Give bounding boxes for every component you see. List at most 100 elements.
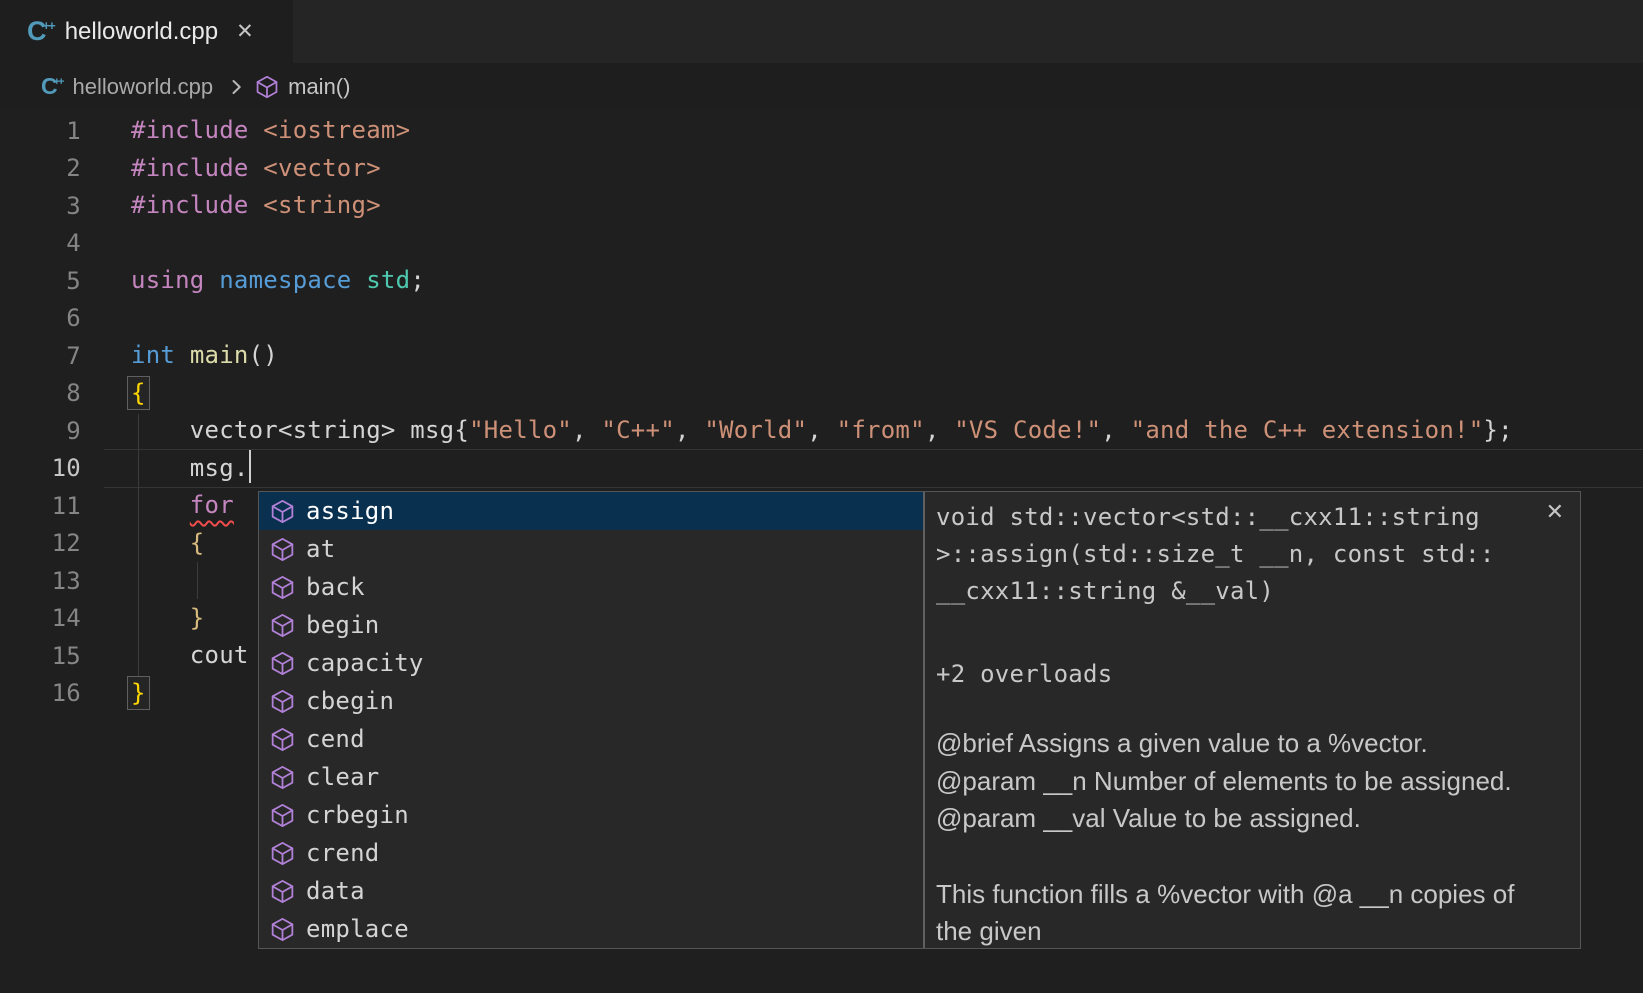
code-line-content[interactable]: } [131, 675, 150, 713]
code-line-content[interactable]: for [131, 487, 234, 525]
code-token: vector<string> msg{ [131, 416, 469, 444]
doc-line: @brief Assigns a given value to a %vecto… [936, 725, 1540, 763]
code-token: "Hello" [469, 416, 572, 444]
line-number[interactable]: 12 [0, 529, 81, 557]
suggest-item[interactable]: back [259, 568, 923, 606]
code-token: , [807, 416, 836, 444]
code-token [249, 154, 264, 182]
suggest-item-label: emplace [306, 915, 409, 943]
symbol-method-icon [270, 651, 295, 676]
code-line-content[interactable]: #include <iostream> [131, 112, 410, 150]
doc-line: @param __n Number of elements to be assi… [936, 763, 1540, 801]
line-number[interactable]: 1 [0, 117, 81, 145]
suggest-item[interactable]: clear [259, 758, 923, 796]
code-line-content[interactable]: { [131, 525, 205, 563]
close-icon[interactable]: ✕ [1546, 501, 1564, 523]
symbol-method-icon [270, 499, 295, 524]
symbol-method-icon [270, 613, 295, 638]
line-number[interactable]: 3 [0, 192, 81, 220]
signature-line: __cxx11::string &__val) [936, 573, 1540, 610]
code-line: 9 vector<string> msg{"Hello", "C++", "Wo… [0, 412, 1643, 450]
doc-body-block: This function fills a %vector with @a __… [936, 876, 1540, 949]
suggest-item[interactable]: crbegin [259, 796, 923, 834]
tab-helloworld-cpp[interactable]: C++ helloworld.cpp ✕ [0, 0, 293, 63]
code-line-content[interactable]: using namespace std; [131, 262, 425, 300]
code-token: , [572, 416, 601, 444]
signature-line: void std::vector<std::__cxx11::string [936, 499, 1540, 536]
code-token: "VS Code!" [954, 416, 1101, 444]
suggest-item[interactable]: at [259, 530, 923, 568]
code-line: 6 [0, 300, 1643, 338]
line-number[interactable]: 9 [0, 417, 81, 445]
doc-body-line: This function fills a %vector with @a __… [936, 876, 1540, 914]
code-token: , [675, 416, 704, 444]
line-number[interactable]: 2 [0, 154, 81, 182]
cpp-file-icon: C++ [27, 18, 54, 45]
line-number[interactable]: 16 [0, 679, 81, 707]
signature-block: void std::vector<std::__cxx11::string>::… [936, 499, 1540, 610]
breadcrumb: C++ helloworld.cpp main() [0, 63, 1643, 110]
line-number[interactable]: 4 [0, 229, 81, 257]
symbol-method-icon [270, 841, 295, 866]
code-line-content[interactable]: { [131, 375, 150, 413]
code-token: "from" [837, 416, 925, 444]
code-line-content[interactable]: #include <vector> [131, 150, 381, 188]
code-line-content[interactable]: msg. [131, 450, 251, 488]
suggest-item[interactable]: capacity [259, 644, 923, 682]
line-number[interactable]: 13 [0, 567, 81, 595]
text-cursor [249, 450, 252, 483]
code-token: using [131, 266, 205, 294]
symbol-method-icon [270, 689, 295, 714]
suggest-item[interactable]: cend [259, 720, 923, 758]
code-token: { [190, 529, 205, 557]
suggest-item[interactable]: crend [259, 834, 923, 872]
code-token: }; [1483, 416, 1512, 444]
code-line-content[interactable]: } [131, 600, 205, 638]
vscode-editor-window: C++ helloworld.cpp ✕ C++ helloworld.cpp … [0, 0, 1643, 993]
line-number[interactable]: 6 [0, 304, 81, 332]
line-number[interactable]: 10 [0, 454, 81, 482]
code-token [249, 116, 264, 144]
suggest-item[interactable]: begin [259, 606, 923, 644]
tab-label: helloworld.cpp [65, 18, 218, 46]
code-token: , [925, 416, 954, 444]
code-line-content[interactable]: vector<string> msg{"Hello", "C++", "Worl… [131, 412, 1513, 450]
suggest-item-label: at [306, 535, 335, 563]
suggest-item[interactable]: assign [259, 492, 923, 530]
code-line-content[interactable]: cout [131, 637, 249, 675]
line-number[interactable]: 11 [0, 492, 81, 520]
line-number[interactable]: 7 [0, 342, 81, 370]
symbol-method-icon [270, 765, 295, 790]
code-line: 3 #include <string> [0, 187, 1643, 225]
doc-body-line: the given [936, 913, 1540, 948]
line-number[interactable]: 14 [0, 604, 81, 632]
line-number[interactable]: 15 [0, 642, 81, 670]
breadcrumb-symbol[interactable]: main() [288, 74, 350, 100]
code-line-content[interactable]: int main() [131, 337, 278, 375]
code-token [352, 266, 367, 294]
symbol-method-icon [255, 75, 279, 99]
doc-line: @param __val Value to be assigned. [936, 800, 1540, 838]
suggest-item-label: crend [306, 839, 380, 867]
code-token [131, 491, 190, 519]
code-token [175, 341, 190, 369]
suggest-docs-panel: ✕ void std::vector<std::__cxx11::string>… [923, 492, 1580, 948]
code-line-content[interactable]: #include <string> [131, 187, 381, 225]
suggest-item[interactable]: cbegin [259, 682, 923, 720]
code-line: 7 int main() [0, 337, 1643, 375]
suggest-item-label: cend [306, 725, 365, 753]
breadcrumb-file[interactable]: helloworld.cpp [72, 74, 213, 100]
code-token: namespace [219, 266, 351, 294]
code-token: #include [131, 191, 249, 219]
symbol-method-icon [270, 537, 295, 562]
line-number[interactable]: 8 [0, 379, 81, 407]
suggest-item[interactable]: emplace [259, 910, 923, 948]
code-token: for [190, 491, 234, 519]
tab-bar: C++ helloworld.cpp ✕ [0, 0, 1643, 63]
suggest-item-label: begin [306, 611, 380, 639]
tab-close-icon[interactable]: ✕ [236, 21, 254, 42]
suggest-item-label: clear [306, 763, 380, 791]
suggest-item[interactable]: data [259, 872, 923, 910]
suggest-item-label: assign [306, 497, 394, 525]
line-number[interactable]: 5 [0, 267, 81, 295]
